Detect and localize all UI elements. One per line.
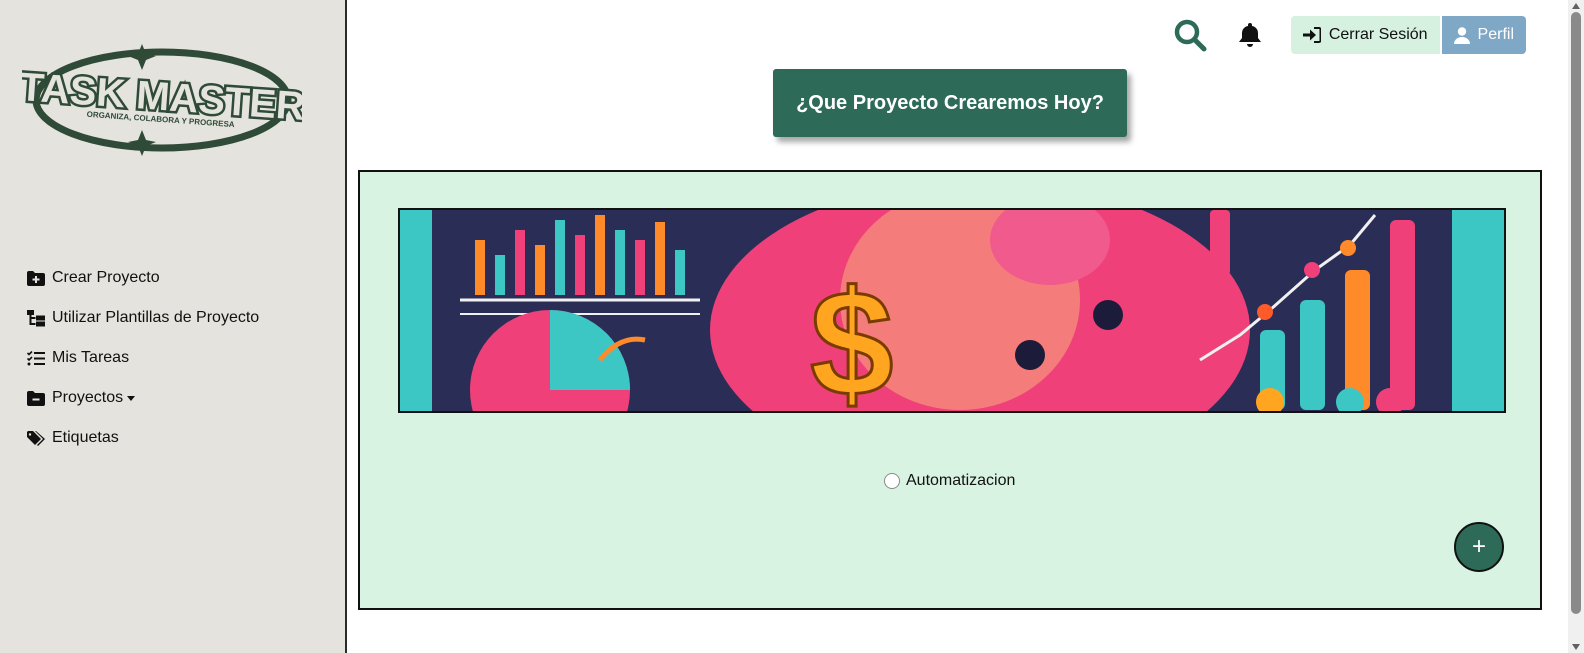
scroll-up-arrow-icon[interactable] [1572,3,1580,9]
tags-icon [26,429,46,447]
folder-plus-icon [26,269,46,287]
finance-banner-image: $ [398,208,1506,413]
page-scrollbar[interactable] [1568,0,1584,653]
automatizacion-radio[interactable] [884,473,900,489]
sidebar-item-label: Utilizar Plantillas de Proyecto [52,309,260,326]
sidebar-item-crear-proyecto[interactable]: Crear Proyecto [26,258,259,298]
sign-in-icon [1302,27,1321,43]
sidebar-item-label: Proyectos [52,389,124,406]
sidebar-item-proyectos[interactable]: Proyectos [26,378,259,418]
user-icon [1453,26,1470,44]
sitemap-icon [26,309,46,327]
folder-minus-icon [26,389,46,407]
sidebar: TASK MASTER ORGANIZA, COLABORA Y PROGRES… [0,0,347,653]
sidebar-item-label: Mis Tareas [52,349,130,366]
add-project-button[interactable]: + [1454,522,1504,572]
list-check-icon [26,349,46,367]
automatizacion-option[interactable]: Automatizacion [884,472,1015,490]
project-panel: $ Automatizacion + [358,170,1542,610]
sidebar-item-etiquetas[interactable]: Etiquetas [26,418,259,458]
sidebar-item-label: Etiquetas [52,429,119,446]
bell-icon [1238,23,1261,47]
top-bar: Cerrar Sesión Perfil [1171,16,1526,54]
notifications-button[interactable] [1231,16,1269,54]
sidebar-item-mis-tareas[interactable]: Mis Tareas [26,338,259,378]
scrollbar-thumb[interactable] [1571,12,1581,614]
scroll-down-arrow-icon[interactable] [1572,644,1580,650]
chevron-down-icon [127,395,136,401]
search-button[interactable] [1171,16,1209,54]
automatizacion-label: Automatizacion [906,472,1016,489]
task-master-logo[interactable]: TASK MASTER ORGANIZA, COLABORA Y PROGRES… [16,42,309,162]
svg-text:$: $ [810,259,893,411]
profile-button[interactable]: Perfil [1441,16,1526,54]
sidebar-nav: Crear Proyecto Utilizar Plantillas de Pr… [26,258,259,458]
logout-label: Cerrar Sesión [1328,26,1428,43]
new-project-heading-button[interactable]: ¿Que Proyecto Crearemos Hoy? [773,69,1127,137]
logout-button[interactable]: Cerrar Sesión [1290,16,1440,54]
sidebar-item-plantillas[interactable]: Utilizar Plantillas de Proyecto [26,298,259,338]
sidebar-item-label: Crear Proyecto [52,269,160,286]
profile-label: Perfil [1477,26,1514,43]
search-icon [1174,19,1207,52]
